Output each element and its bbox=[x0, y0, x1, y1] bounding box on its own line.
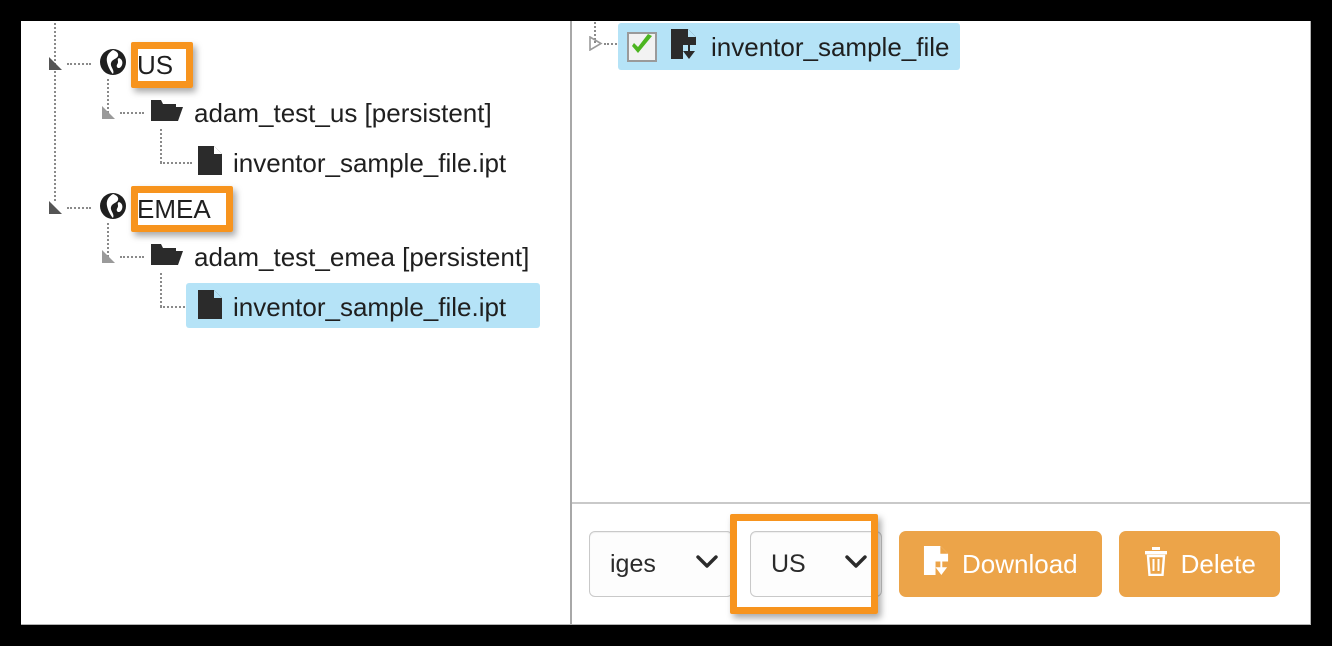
tree-node-emea[interactable]: EMEA bbox=[99, 192, 211, 225]
globe-icon bbox=[99, 192, 127, 225]
tree-toggle-file[interactable] bbox=[588, 36, 603, 51]
file-detail-panel: inventor_sample_file iges US Download De… bbox=[572, 21, 1310, 624]
action-toolbar: iges US Download Delete bbox=[572, 504, 1310, 624]
tree-node-adam-test-us[interactable]: adam_test_us [persistent] bbox=[150, 97, 492, 129]
tree-guide-line bbox=[160, 129, 162, 163]
file-row-selected[interactable]: inventor_sample_file bbox=[618, 23, 961, 70]
file-icon bbox=[197, 289, 223, 325]
folder-icon bbox=[150, 97, 184, 129]
document-download-icon bbox=[923, 545, 950, 583]
tree-node-label: inventor_sample_file.ipt bbox=[233, 292, 507, 322]
tree-toggle-adam-test-us[interactable] bbox=[101, 105, 115, 119]
file-row-label: inventor_sample_file bbox=[711, 31, 950, 62]
chevron-down-icon bbox=[845, 554, 867, 574]
download-button[interactable]: Download bbox=[899, 531, 1102, 597]
tree-guide-line bbox=[67, 63, 91, 65]
trash-icon bbox=[1143, 546, 1169, 583]
file-list-row[interactable]: inventor_sample_file bbox=[618, 23, 961, 70]
tree-node-label: adam_test_us [persistent] bbox=[194, 98, 492, 128]
tree-node-label: inventor_sample_file.ipt bbox=[233, 148, 507, 178]
region-select-value: US bbox=[771, 549, 806, 578]
file-icon bbox=[197, 145, 223, 181]
tree-node-inventor-sample-file-us[interactable]: inventor_sample_file.ipt bbox=[197, 145, 506, 181]
tree-toggle-emea[interactable] bbox=[48, 200, 62, 214]
file-list-area: inventor_sample_file bbox=[572, 21, 1310, 504]
tree-node-inventor-sample-file-emea[interactable]: inventor_sample_file.ipt bbox=[197, 289, 506, 325]
download-button-label: Download bbox=[962, 549, 1078, 579]
tree-guide-line-root bbox=[54, 21, 56, 201]
format-select-value: iges bbox=[610, 549, 656, 578]
tree-guide-line bbox=[120, 112, 144, 114]
chevron-down-icon bbox=[696, 554, 718, 574]
tree-node-label: US bbox=[137, 49, 174, 80]
format-select[interactable]: iges bbox=[589, 531, 733, 597]
folder-icon bbox=[150, 241, 184, 273]
delete-button[interactable]: Delete bbox=[1118, 531, 1280, 597]
region-select[interactable]: US bbox=[750, 531, 882, 597]
globe-icon bbox=[99, 48, 127, 81]
tree-node-label: EMEA bbox=[137, 193, 211, 224]
file-checkbox[interactable] bbox=[627, 31, 657, 62]
tree-guide-line bbox=[160, 162, 192, 164]
document-download-icon bbox=[670, 28, 698, 65]
tree-guide-line bbox=[160, 273, 162, 307]
delete-button-label: Delete bbox=[1180, 549, 1256, 579]
tree-guide-line bbox=[120, 256, 144, 258]
tree-toggle-adam-test-emea[interactable] bbox=[101, 249, 115, 263]
application-window: US adam_test_us [persistent] inventor_sa… bbox=[21, 21, 1311, 625]
tree-node-adam-test-emea[interactable]: adam_test_emea [persistent] bbox=[150, 241, 529, 273]
tree-node-us[interactable]: US bbox=[99, 48, 173, 81]
tree-toggle-us[interactable] bbox=[48, 56, 62, 70]
tree-guide-line bbox=[67, 207, 91, 209]
site-folder-tree-panel: US adam_test_us [persistent] inventor_sa… bbox=[21, 21, 572, 624]
tree-node-label: adam_test_emea [persistent] bbox=[194, 242, 530, 272]
